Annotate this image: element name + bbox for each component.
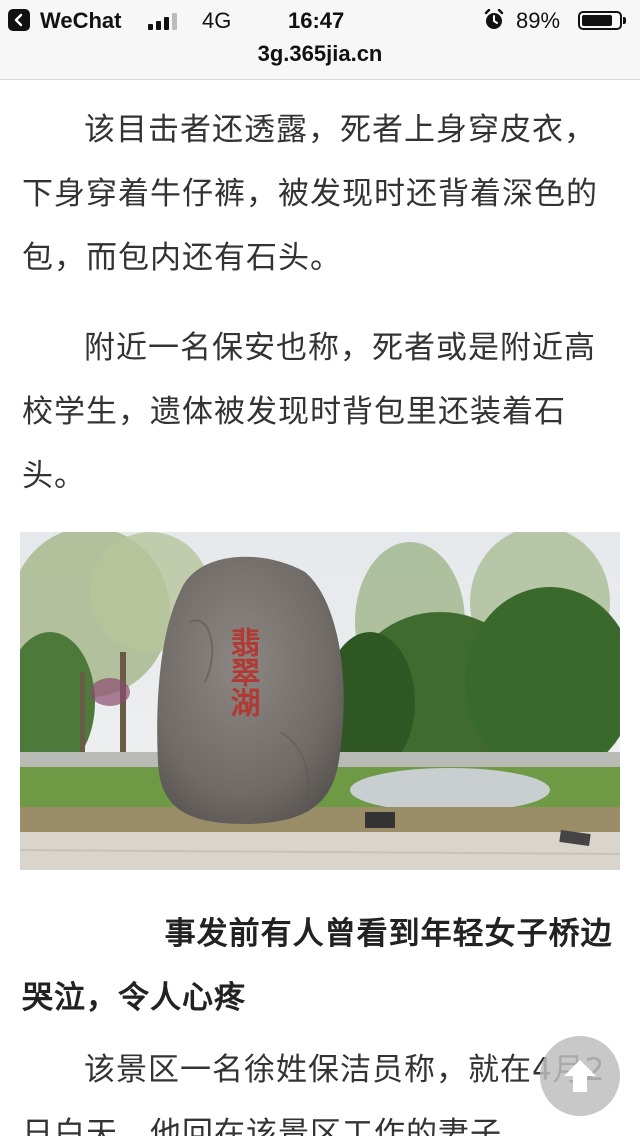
article-paragraph: 附近一名保安也称，死者或是附近高校学生，遗体被发现时背包里还装着石头。 <box>22 330 596 494</box>
battery-icon <box>578 11 626 30</box>
back-to-app-label[interactable]: WeChat <box>40 8 122 34</box>
section-heading: 事发前有人曾看到年轻女子桥边哭泣，令人心疼 <box>22 916 613 1016</box>
page-url: 3g.365jia.cn <box>257 41 383 66</box>
stone-inscription: 翡翠湖 <box>225 627 261 718</box>
battery-fill <box>582 15 612 26</box>
article-photo: 翡翠湖 <box>20 532 620 870</box>
clock: 16:47 <box>288 8 345 33</box>
battery-nub <box>623 17 626 24</box>
article-paragraph: 该目击者还透露，死者上身穿皮衣，下身穿着牛仔裤，被发现时还背着深色的包，而包内还… <box>22 112 598 276</box>
battery-percent: 89% <box>516 8 561 33</box>
article-content[interactable]: 该目击者还透露，死者上身穿皮衣，下身穿着牛仔裤，被发现时还背着深色的包，而包内还… <box>0 80 640 1136</box>
scroll-to-top-button[interactable] <box>540 1036 620 1116</box>
url-bar[interactable]: 3g.365jia.cn <box>0 40 640 80</box>
network-type: 4G <box>202 8 232 33</box>
back-arrow-icon[interactable] <box>8 9 30 31</box>
arrow-up-icon <box>564 1060 596 1092</box>
svg-text:翡翠湖: 翡翠湖 <box>225 627 261 718</box>
status-bar: WeChat 4G 16:47 89% <box>0 0 640 40</box>
alarm-clock-icon <box>484 8 504 37</box>
signal-bars-icon <box>148 12 177 30</box>
